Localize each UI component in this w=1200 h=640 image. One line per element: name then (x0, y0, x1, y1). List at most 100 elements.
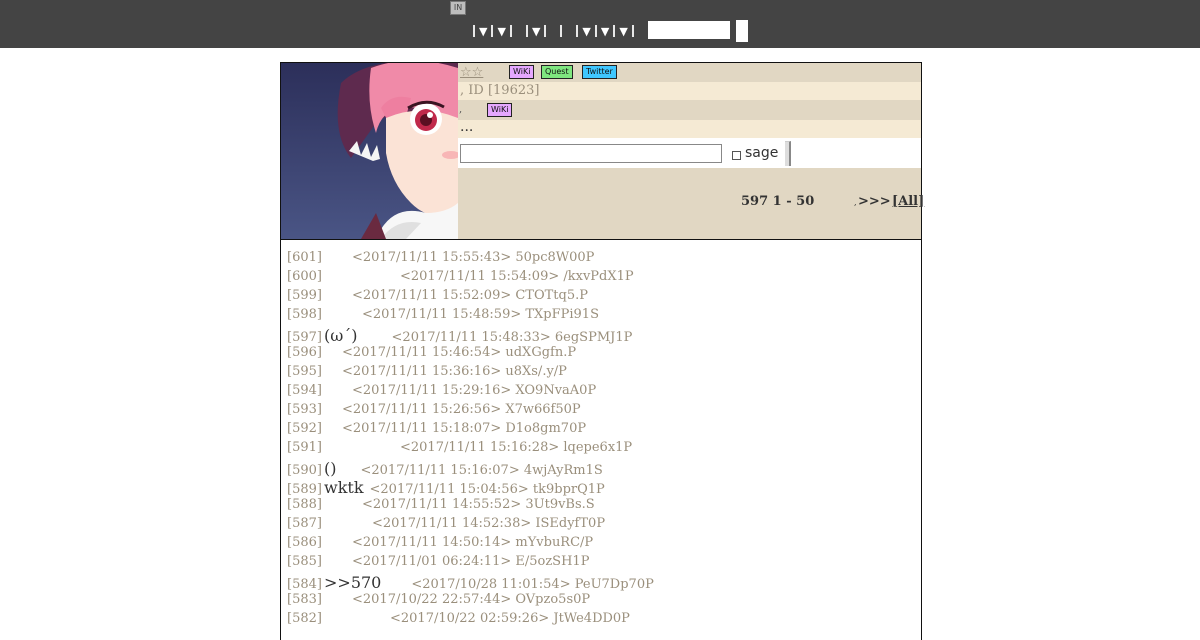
dropdown-arrow-icon[interactable]: ▼ (479, 25, 487, 38)
nav-separator (631, 25, 634, 37)
post-number[interactable]: [600] (287, 269, 324, 284)
post-number[interactable]: [594] (287, 383, 324, 398)
post-row: [595] <2017/11/11 15:36:16> u8Xs/.y/P (287, 364, 567, 383)
post-number[interactable]: [589] (287, 482, 324, 497)
next-page-link[interactable]: >>> (858, 194, 891, 209)
sage-checkbox[interactable] (732, 151, 741, 160)
dropdown-arrow-icon[interactable]: ▼ (601, 25, 609, 38)
nav-separator (473, 25, 475, 37)
thread-extra-row: ... (458, 119, 921, 138)
post-number[interactable]: [595] (287, 364, 324, 379)
anime-character-illustration (281, 63, 458, 239)
post-author-name: wktk (324, 478, 364, 497)
dropdown-arrow-icon[interactable]: ▼ (497, 25, 505, 38)
thread-id-row: , ID [19623] (458, 82, 921, 100)
post-row: [584] >>570 <2017/10/28 11:01:54> PeU7Dp70… (287, 573, 654, 592)
post-row: [597] (ω´) <2017/11/11 15:48:33> 6egSPMJ1P (287, 326, 632, 345)
post-timestamp-id: <2017/11/11 14:55:52> 3Ut9vBs.S (362, 497, 595, 512)
sage-label: sage (745, 145, 779, 161)
post-row: [593] <2017/11/11 15:26:56> X7w66f50P (287, 402, 581, 421)
post-number[interactable]: [596] (287, 345, 324, 360)
post-row: [600] <2017/11/11 15:54:09> /kxvPdX1P (287, 269, 634, 288)
thread-banner-image (281, 63, 458, 239)
post-timestamp-id: <2017/11/11 14:52:38> ISEdyfT0P (372, 516, 606, 531)
post-row: [583] <2017/10/22 22:57:44> OVpzo5s0P (287, 592, 590, 611)
post-number[interactable]: [584] (287, 577, 324, 592)
post-timestamp-id: <2017/11/11 15:48:59> TXpFPi91S (362, 307, 599, 322)
favorite-star-icon[interactable]: ☆☆ (460, 65, 483, 80)
all-posts-link[interactable]: [All] (892, 194, 924, 209)
post-author-name: (ω´) (324, 326, 358, 345)
wiki-link-badge-secondary[interactable]: WiKi (487, 103, 513, 117)
dropdown-arrow-icon[interactable]: ▼ (532, 25, 540, 38)
twitter-link-badge[interactable]: Twitter (582, 65, 617, 79)
post-number[interactable]: [591] (287, 440, 324, 455)
post-timestamp-id: <2017/11/11 15:29:16> XO9NvaA0P (352, 383, 597, 398)
post-timestamp-id: <2017/10/22 22:57:44> OVpzo5s0P (352, 592, 591, 607)
nav-separator (594, 25, 597, 37)
thread-header-panel: ☆☆ WiKi Quest Twitter , ID [19623] , WiK… (280, 62, 924, 240)
post-number[interactable]: [601] (287, 250, 324, 265)
post-number[interactable]: [597] (287, 330, 324, 345)
post-number[interactable]: [598] (287, 307, 324, 322)
nav-separator (509, 25, 512, 37)
post-timestamp-id: <2017/11/11 15:04:56> tk9bprQ1P (369, 482, 605, 497)
wiki-link-badge[interactable]: WiKi (509, 65, 535, 79)
dropdown-arrow-icon[interactable]: ▼ (582, 25, 590, 38)
post-timestamp-id: <2017/11/11 14:50:14> mYvbuRC/P (352, 535, 594, 550)
post-author-name: () (324, 459, 337, 478)
post-row: [596] <2017/11/11 15:46:54> udXGgfn.P (287, 345, 576, 364)
nav-separator (560, 25, 563, 37)
post-number[interactable]: [592] (287, 421, 324, 436)
post-number[interactable]: [583] (287, 592, 324, 607)
thread-id: , ID [19623] (460, 83, 540, 98)
post-timestamp-id: <2017/11/11 15:26:56> X7w66f50P (342, 402, 581, 417)
search-button[interactable] (736, 20, 748, 42)
top-nav-menu: ▼ ▼ ▼ ▼ ▼ ▼ (470, 22, 637, 40)
nav-separator (491, 25, 494, 37)
post-number[interactable]: [599] (287, 288, 324, 303)
post-timestamp-id: <2017/11/11 15:55:43> 50pc8W00P (352, 250, 595, 265)
post-timestamp-id: <2017/11/11 15:16:28> lqepe6x1P (400, 440, 633, 455)
post-number[interactable]: [587] (287, 516, 324, 531)
response-range: 597 1 - 50 (741, 194, 815, 209)
post-timestamp-id: <2017/11/11 15:48:33> 6egSPMJ1P (391, 330, 633, 345)
post-timestamp-id: <2017/11/11 15:18:07> D1o8gm70P (342, 421, 587, 436)
post-number[interactable]: [590] (287, 463, 324, 478)
post-author-name: >>570 (324, 573, 382, 592)
post-number[interactable]: [585] (287, 554, 324, 569)
nav-separator (613, 25, 616, 37)
thread-info: ☆☆ WiKi Quest Twitter , ID [19623] , WiK… (458, 63, 924, 239)
post-timestamp-id: <2017/11/11 15:54:09> /kxvPdX1P (400, 269, 634, 284)
top-navigation-bar: IN ▼ ▼ ▼ ▼ ▼ ▼ (0, 0, 1200, 48)
search-input[interactable] (648, 21, 730, 39)
post-timestamp-id: <2017/11/11 15:46:54> udXGgfn.P (342, 345, 577, 360)
post-timestamp-id: <2017/11/01 06:24:11> E/5ozSH1P (352, 554, 590, 569)
post-row: [587] <2017/11/11 14:52:38> ISEdyfT0P (287, 516, 605, 535)
site-logo-icon[interactable]: IN (450, 1, 466, 15)
post-timestamp-id: <2017/10/22 02:59:26> JtWe4DD0P (390, 611, 630, 626)
submit-button[interactable] (785, 141, 791, 166)
post-row: [594] <2017/11/11 15:29:16> XO9NvaA0P (287, 383, 596, 402)
reply-input[interactable] (460, 144, 722, 163)
more-ellipsis[interactable]: ... (460, 119, 473, 135)
thread-title-row: ☆☆ WiKi Quest Twitter (458, 63, 921, 82)
post-row: [599] <2017/11/11 15:52:09> CTOTtq5.P (287, 288, 588, 307)
quest-link-badge[interactable]: Quest (541, 65, 573, 79)
dropdown-arrow-icon[interactable]: ▼ (619, 25, 627, 38)
post-timestamp-id: <2017/11/11 15:36:16> u8Xs/.y/P (342, 364, 567, 379)
post-number[interactable]: [586] (287, 535, 324, 550)
post-list: [601] <2017/11/11 15:55:43> 50pc8W00P [600… (280, 240, 922, 640)
post-number[interactable]: [582] (287, 611, 324, 626)
post-number[interactable]: [588] (287, 497, 324, 512)
nav-separator (576, 25, 579, 37)
post-timestamp-id: <2017/11/11 15:16:07> 4wjAyRm1S (360, 463, 603, 478)
nav-separator (544, 25, 547, 37)
post-number[interactable]: [593] (287, 402, 324, 417)
post-row: [582] <2017/10/22 02:59:26> JtWe4DD0P (287, 611, 630, 630)
post-row: [589] wktk <2017/11/11 15:04:56> tk9bprQ1P (287, 478, 605, 497)
post-row: [601] <2017/11/11 15:55:43> 50pc8W00P (287, 250, 594, 269)
post-row: [588] <2017/11/11 14:55:52> 3Ut9vBs.S (287, 497, 595, 516)
thread-wiki-row: , WiKi (458, 100, 921, 120)
post-row: [592] <2017/11/11 15:18:07> D1o8gm70P (287, 421, 586, 440)
